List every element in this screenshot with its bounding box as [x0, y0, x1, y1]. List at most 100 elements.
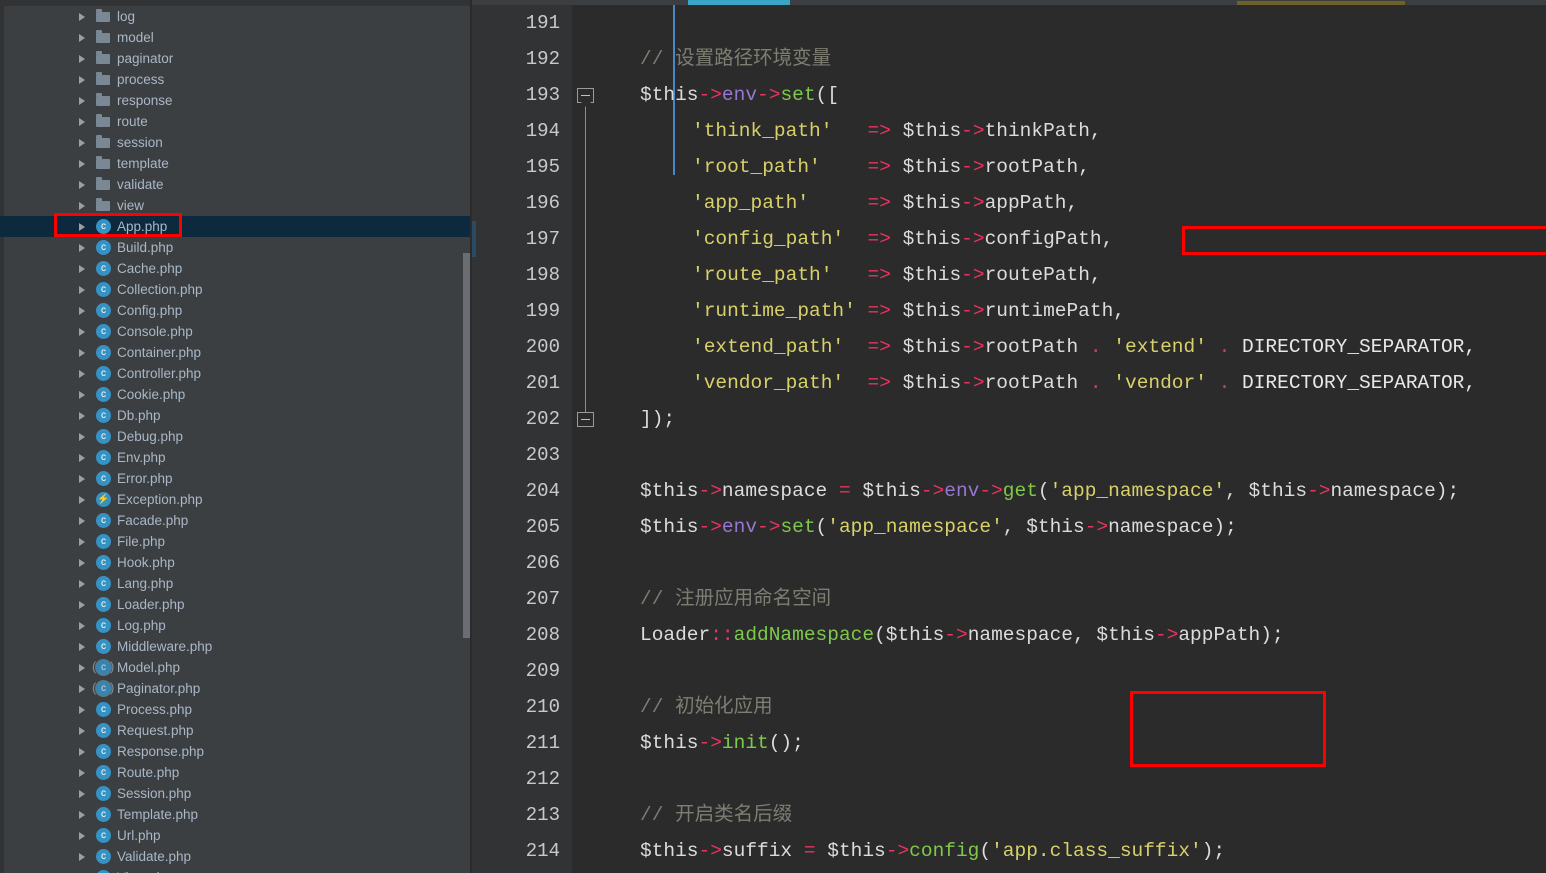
chevron-right-icon[interactable] — [78, 405, 89, 426]
tree-item-console-php[interactable]: Console.php — [0, 321, 472, 342]
code-line-198[interactable]: 'route_path' => $this->routePath, — [692, 257, 1102, 293]
code-line-201[interactable]: 'vendor_path' => $this->rootPath . 'vend… — [692, 365, 1476, 401]
tree-item-paginator[interactable]: paginator — [0, 48, 472, 69]
tree-item-view-php[interactable]: View.php — [0, 867, 472, 873]
chevron-right-icon[interactable] — [78, 636, 89, 657]
chevron-right-icon[interactable] — [78, 783, 89, 804]
tree-item-paginator-php[interactable]: ()Paginator.php — [0, 678, 472, 699]
chevron-right-icon[interactable] — [78, 300, 89, 321]
chevron-right-icon[interactable] — [78, 762, 89, 783]
code-line-207[interactable]: // 注册应用命名空间 — [640, 581, 831, 617]
tree-item-debug-php[interactable]: Debug.php — [0, 426, 472, 447]
chevron-right-icon[interactable] — [78, 48, 89, 69]
code-line-214[interactable]: $this->suffix = $this->config('app.class… — [640, 833, 1225, 869]
chevron-right-icon[interactable] — [78, 363, 89, 384]
chevron-right-icon[interactable] — [78, 258, 89, 279]
tree-item-container-php[interactable]: Container.php — [0, 342, 472, 363]
tree-item-error-php[interactable]: Error.php — [0, 468, 472, 489]
fold-collapse-icon[interactable] — [577, 88, 594, 107]
chevron-right-icon[interactable] — [78, 342, 89, 363]
tree-item-exception-php[interactable]: Exception.php — [0, 489, 472, 510]
chevron-right-icon[interactable] — [78, 552, 89, 573]
chevron-right-icon[interactable] — [78, 6, 89, 27]
chevron-right-icon[interactable] — [78, 531, 89, 552]
chevron-right-icon[interactable] — [78, 195, 89, 216]
chevron-right-icon[interactable] — [78, 174, 89, 195]
tree-item-middleware-php[interactable]: Middleware.php — [0, 636, 472, 657]
code-line-211[interactable]: $this->init(); — [640, 725, 804, 761]
tree-item-template[interactable]: template — [0, 153, 472, 174]
tree-item-route-php[interactable]: Route.php — [0, 762, 472, 783]
tree-item-log-php[interactable]: Log.php — [0, 615, 472, 636]
chevron-right-icon[interactable] — [78, 447, 89, 468]
chevron-right-icon[interactable] — [78, 615, 89, 636]
code-line-202[interactable]: ]); — [640, 401, 675, 437]
chevron-right-icon[interactable] — [78, 573, 89, 594]
tree-item-config-php[interactable]: Config.php — [0, 300, 472, 321]
tree-item-process-php[interactable]: Process.php — [0, 699, 472, 720]
tree-item-validate[interactable]: validate — [0, 174, 472, 195]
chevron-right-icon[interactable] — [78, 594, 89, 615]
tree-item-hook-php[interactable]: Hook.php — [0, 552, 472, 573]
tree-item-app-php[interactable]: App.php — [0, 216, 472, 237]
tree-item-log[interactable]: log — [0, 6, 472, 27]
tree-item-model-php[interactable]: ()Model.php — [0, 657, 472, 678]
tree-item-build-php[interactable]: Build.php — [0, 237, 472, 258]
code-line-193[interactable]: $this->env->set([ — [640, 77, 839, 113]
tree-item-db-php[interactable]: Db.php — [0, 405, 472, 426]
tree-item-collection-php[interactable]: Collection.php — [0, 279, 472, 300]
tree-item-cookie-php[interactable]: Cookie.php — [0, 384, 472, 405]
code-content[interactable]: // 设置路径环境变量 $this->env->set(['think_path'… — [600, 5, 1546, 873]
code-line-192[interactable]: // 设置路径环境变量 — [640, 41, 831, 77]
tree-item-url-php[interactable]: Url.php — [0, 825, 472, 846]
tree-item-validate-php[interactable]: Validate.php — [0, 846, 472, 867]
chevron-right-icon[interactable] — [78, 657, 89, 678]
tree-item-session[interactable]: session — [0, 132, 472, 153]
chevron-right-icon[interactable] — [78, 384, 89, 405]
chevron-right-icon[interactable] — [78, 678, 89, 699]
chevron-right-icon[interactable] — [78, 279, 89, 300]
tree-item-facade-php[interactable]: Facade.php — [0, 510, 472, 531]
code-line-199[interactable]: 'runtime_path' => $this->runtimePath, — [692, 293, 1125, 329]
chevron-right-icon[interactable] — [78, 69, 89, 90]
chevron-right-icon[interactable] — [78, 468, 89, 489]
tree-item-view[interactable]: view — [0, 195, 472, 216]
chevron-right-icon[interactable] — [78, 741, 89, 762]
chevron-right-icon[interactable] — [78, 111, 89, 132]
code-line-194[interactable]: 'think_path' => $this->thinkPath, — [692, 113, 1102, 149]
chevron-right-icon[interactable] — [78, 321, 89, 342]
tree-item-model[interactable]: model — [0, 27, 472, 48]
code-line-200[interactable]: 'extend_path' => $this->rootPath . 'exte… — [692, 329, 1476, 365]
tree-item-controller-php[interactable]: Controller.php — [0, 363, 472, 384]
code-line-205[interactable]: $this->env->set('app_namespace', $this->… — [640, 509, 1237, 545]
tree-item-process[interactable]: process — [0, 69, 472, 90]
code-line-195[interactable]: 'root_path' => $this->rootPath, — [692, 149, 1090, 185]
tree-item-loader-php[interactable]: Loader.php — [0, 594, 472, 615]
tree-item-file-php[interactable]: File.php — [0, 531, 472, 552]
code-line-196[interactable]: 'app_path' => $this->appPath, — [692, 185, 1078, 221]
chevron-right-icon[interactable] — [78, 846, 89, 867]
tree-item-env-php[interactable]: Env.php — [0, 447, 472, 468]
chevron-right-icon[interactable] — [78, 216, 89, 237]
chevron-right-icon[interactable] — [78, 804, 89, 825]
tree-item-lang-php[interactable]: Lang.php — [0, 573, 472, 594]
chevron-right-icon[interactable] — [78, 867, 89, 873]
chevron-right-icon[interactable] — [78, 489, 89, 510]
fold-end-icon[interactable] — [577, 412, 594, 427]
chevron-right-icon[interactable] — [78, 825, 89, 846]
tree-item-request-php[interactable]: Request.php — [0, 720, 472, 741]
chevron-right-icon[interactable] — [78, 237, 89, 258]
code-line-210[interactable]: // 初始化应用 — [640, 689, 773, 725]
code-line-204[interactable]: $this->namespace = $this->env->get('app_… — [640, 473, 1459, 509]
chevron-right-icon[interactable] — [78, 720, 89, 741]
tree-item-route[interactable]: route — [0, 111, 472, 132]
tree-item-session-php[interactable]: Session.php — [0, 783, 472, 804]
tree-item-template-php[interactable]: Template.php — [0, 804, 472, 825]
tree-item-cache-php[interactable]: Cache.php — [0, 258, 472, 279]
code-line-208[interactable]: Loader::addNamespace($this->namespace, $… — [640, 617, 1284, 653]
chevron-right-icon[interactable] — [78, 90, 89, 111]
tree-item-response[interactable]: response — [0, 90, 472, 111]
chevron-right-icon[interactable] — [78, 132, 89, 153]
chevron-right-icon[interactable] — [78, 510, 89, 531]
chevron-right-icon[interactable] — [78, 426, 89, 447]
